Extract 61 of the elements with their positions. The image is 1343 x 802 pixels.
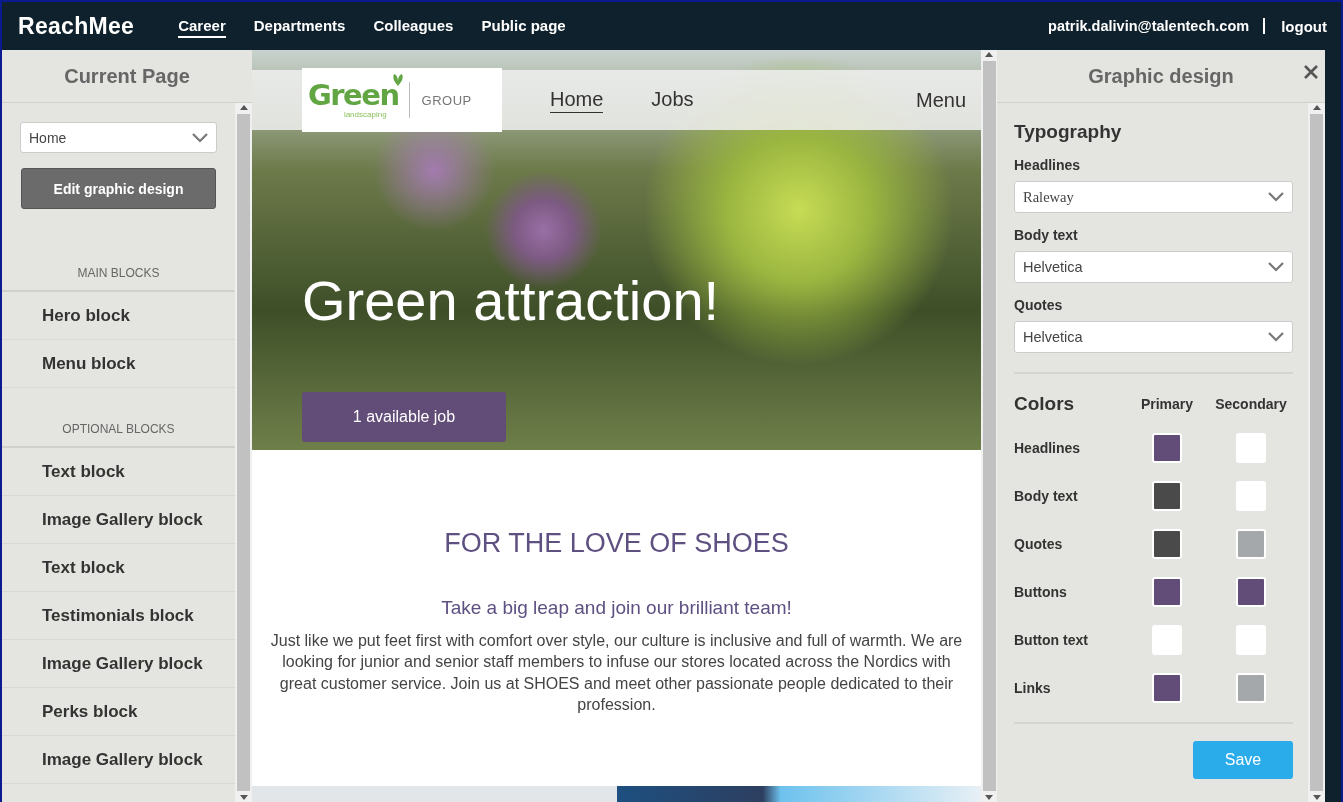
- color-label: Headlines: [1014, 440, 1082, 456]
- jobs-button[interactable]: 1 available job: [302, 392, 506, 442]
- panel-title: Graphic design: [1088, 64, 1234, 88]
- scrollbar[interactable]: [981, 50, 997, 802]
- color-swatch[interactable]: [1152, 529, 1182, 559]
- user-email: patrik.dalivin@talentech.com: [1048, 18, 1266, 34]
- column-header: Secondary: [1214, 396, 1288, 412]
- font-select[interactable]: Raleway: [1014, 181, 1293, 213]
- menu-link[interactable]: Menu: [915, 88, 966, 112]
- color-swatch[interactable]: [1152, 625, 1182, 655]
- color-label: Button text: [1014, 632, 1089, 648]
- nav-link[interactable]: Career: [178, 14, 226, 38]
- color-label: Body text: [1014, 488, 1079, 504]
- color-swatch[interactable]: [1152, 481, 1182, 511]
- chevron-down-icon: [1268, 192, 1284, 202]
- color-swatch[interactable]: [1152, 577, 1182, 607]
- color-label: Buttons: [1014, 584, 1068, 600]
- font-select[interactable]: Helvetica: [1014, 251, 1293, 283]
- nav-link[interactable]: Departments: [253, 14, 346, 38]
- chevron-down-icon: [192, 132, 208, 143]
- color-label: Quotes: [1014, 536, 1064, 552]
- app-logo: ReachMee: [18, 12, 135, 40]
- site-nav-link[interactable]: Jobs: [651, 87, 694, 113]
- site-nav-link[interactable]: Home: [550, 87, 604, 113]
- nav-link[interactable]: Colleagues: [373, 14, 454, 38]
- logout-link[interactable]: logout: [1281, 17, 1327, 35]
- panel-title: Current Page: [64, 64, 190, 88]
- edit-design-button[interactable]: Edit graphic design: [21, 168, 216, 209]
- color-swatch[interactable]: [1236, 529, 1266, 559]
- color-swatch[interactable]: [1236, 577, 1266, 607]
- scroll-down-icon[interactable]: [239, 795, 248, 800]
- field-label: Headlines: [1014, 157, 1082, 173]
- scrollbar[interactable]: [1308, 103, 1325, 802]
- scrollbar[interactable]: [235, 103, 252, 802]
- company-logo: Green landscaping GROUP: [302, 68, 502, 132]
- scroll-down-icon[interactable]: [985, 795, 993, 800]
- scroll-up-icon[interactable]: [239, 105, 248, 110]
- color-swatch[interactable]: [1152, 433, 1182, 463]
- section-subheading: Take a big leap and join our brilliant team!: [441, 597, 792, 619]
- font-select[interactable]: Helvetica: [1014, 321, 1293, 353]
- field-label: Body text: [1014, 227, 1079, 243]
- scroll-up-icon[interactable]: [985, 52, 993, 57]
- scroll-down-icon[interactable]: [1312, 795, 1321, 800]
- column-header: Primary: [1139, 396, 1195, 412]
- hero-title: Green attraction!: [302, 273, 721, 329]
- color-label: Links: [1014, 680, 1052, 696]
- color-swatch[interactable]: [1152, 673, 1182, 703]
- color-swatch[interactable]: [1236, 625, 1266, 655]
- body-paragraph: Just like we put feet first with comfort over style, our culture is inclusive and full of warmth. We are looking for junior and senior staff members to infuse our stores located across the Nordics with great customer service. Join us at SHOES and meet other passionate people dedicated to their profession.: [269, 631, 964, 715]
- section-title: Colors: [1014, 393, 1076, 415]
- scroll-up-icon[interactable]: [1312, 105, 1321, 110]
- field-label: Quotes: [1014, 297, 1064, 313]
- color-swatch[interactable]: [1236, 433, 1266, 463]
- section-title: Typography: [1014, 121, 1123, 143]
- page-select[interactable]: Home: [20, 122, 217, 153]
- color-swatch[interactable]: [1236, 481, 1266, 511]
- section-heading: FOR THE LOVE OF SHOES: [444, 528, 789, 559]
- nav-link[interactable]: Public page: [481, 14, 566, 38]
- color-swatch[interactable]: [1236, 673, 1266, 703]
- chevron-down-icon: [1268, 262, 1284, 272]
- chevron-down-icon: [1268, 332, 1284, 342]
